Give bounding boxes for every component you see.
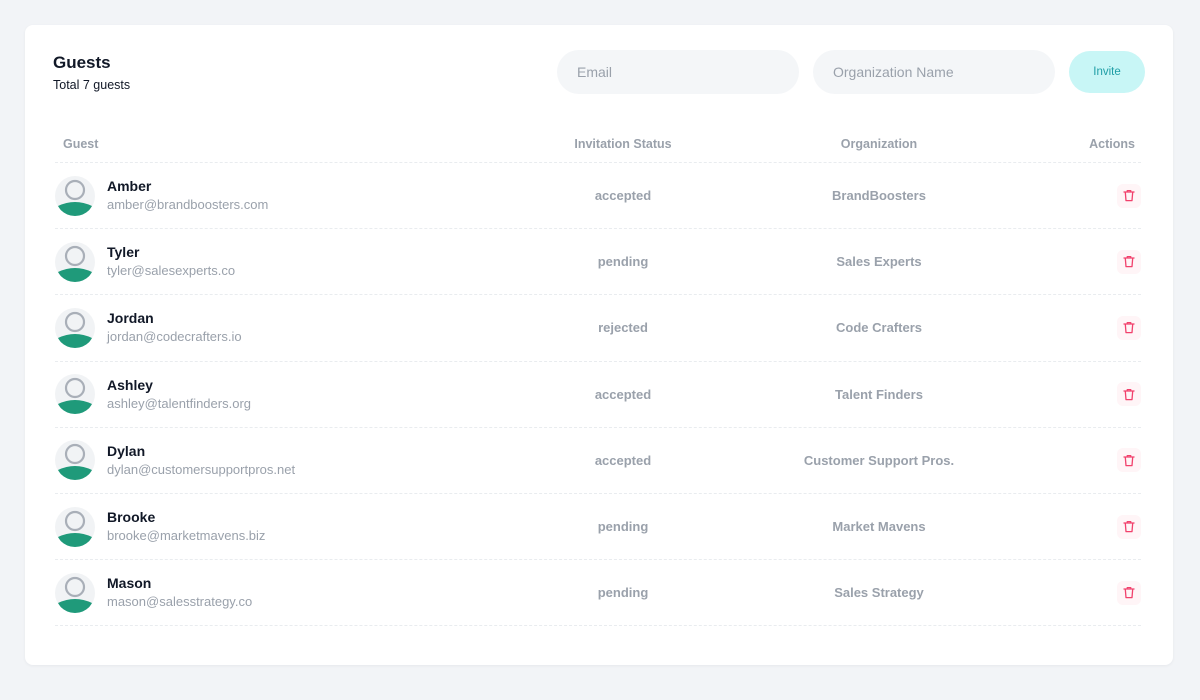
guest-text: Brooke brooke@marketmavens.biz: [107, 508, 265, 545]
actions-cell: [987, 183, 1141, 208]
guests-table: Guest Invitation Status Organization Act…: [55, 125, 1141, 627]
guest-cell: Mason mason@salesstrategy.co: [55, 572, 475, 613]
guest-text: Amber amber@brandboosters.com: [107, 177, 268, 214]
invitation-status: pending: [597, 585, 649, 601]
guest-name: Dylan: [107, 442, 146, 459]
guest-name: Jordan: [107, 310, 154, 327]
trash-icon: [1123, 521, 1135, 533]
guest-text: Mason mason@salesstrategy.co: [107, 574, 252, 611]
guest-email: ashley@talentfinders.org: [107, 395, 251, 411]
organization-name: Talent Finders: [835, 386, 923, 402]
trash-icon: [1123, 388, 1135, 400]
organization-name: Sales Experts: [836, 254, 922, 270]
guest-name: Brooke: [107, 509, 156, 526]
invitation-status: accepted: [594, 188, 652, 204]
user-avatar-icon: [55, 440, 95, 481]
guest-text: Jordan jordan@codecrafters.io: [107, 309, 242, 346]
delete-button[interactable]: [1117, 514, 1141, 539]
guest-text: Ashley ashley@talentfinders.org: [107, 376, 251, 413]
invitation-status: pending: [597, 519, 649, 535]
delete-button[interactable]: [1117, 382, 1141, 407]
guest-name: Mason: [107, 575, 152, 592]
organization-name: Market Mavens: [832, 519, 926, 535]
trash-icon: [1123, 190, 1135, 202]
actions-cell: [987, 315, 1141, 340]
actions-cell: [987, 448, 1141, 473]
table-row: Ashley ashley@talentfinders.org accepted…: [55, 362, 1141, 428]
organization-name: Customer Support Pros.: [803, 452, 955, 468]
invite-form: Invite: [557, 50, 1145, 94]
column-header-actions: Actions: [1089, 136, 1135, 151]
table-row: Amber amber@brandboosters.com accepted B…: [55, 163, 1141, 230]
delete-button[interactable]: [1117, 249, 1141, 274]
guest-name: Amber: [107, 178, 152, 195]
organization-name-input[interactable]: [813, 50, 1055, 94]
guest-email: amber@brandboosters.com: [107, 197, 269, 213]
organization-name: Sales Strategy: [834, 585, 924, 601]
title-block: Guests Total 7 guests: [53, 53, 130, 93]
guest-text: Dylan dylan@customersupportpros.net: [107, 442, 295, 479]
organization-name: BrandBoosters: [832, 188, 926, 204]
actions-cell: [987, 382, 1141, 407]
column-header-guest: Guest: [63, 136, 99, 151]
delete-button[interactable]: [1117, 448, 1141, 473]
delete-button[interactable]: [1117, 580, 1141, 605]
table-row: Jordan jordan@codecrafters.io rejected C…: [55, 295, 1141, 362]
guests-card: Guests Total 7 guests Invite Guest Invit…: [25, 25, 1173, 665]
guest-cell: Amber amber@brandboosters.com: [55, 175, 475, 216]
user-avatar-icon: [55, 506, 95, 547]
user-avatar-icon: [55, 374, 95, 415]
user-avatar-icon: [55, 175, 95, 216]
table-row: Mason mason@salesstrategy.co pending Sal…: [55, 560, 1141, 627]
invitation-status: pending: [597, 254, 649, 270]
page-title: Guests: [53, 53, 111, 72]
guest-email: brooke@marketmavens.biz: [107, 528, 266, 544]
table-row: Tyler tyler@salesexperts.co pending Sale…: [55, 229, 1141, 296]
table-header: Guest Invitation Status Organization Act…: [55, 125, 1141, 163]
organization-name: Code Crafters: [836, 320, 922, 336]
email-input[interactable]: [557, 50, 799, 94]
guest-cell: Tyler tyler@salesexperts.co: [55, 241, 475, 282]
trash-icon: [1123, 454, 1135, 467]
guest-count: Total 7 guests: [53, 78, 131, 92]
table-row: Dylan dylan@customersupportpros.net acce…: [55, 428, 1141, 494]
guest-name: Tyler: [107, 244, 140, 261]
invite-button[interactable]: Invite: [1069, 51, 1145, 93]
guest-text: Tyler tyler@salesexperts.co: [107, 243, 235, 280]
table-row: Brooke brooke@marketmavens.biz pending M…: [55, 494, 1141, 561]
invitation-status: accepted: [594, 386, 652, 402]
guest-cell: Jordan jordan@codecrafters.io: [55, 307, 475, 348]
guest-email: mason@salesstrategy.co: [107, 594, 253, 610]
column-header-organization: Organization: [840, 136, 918, 151]
trash-icon: [1123, 587, 1135, 599]
guest-email: tyler@salesexperts.co: [107, 263, 236, 279]
actions-cell: [987, 249, 1141, 274]
invitation-status: rejected: [598, 320, 648, 336]
guest-email: jordan@codecrafters.io: [107, 329, 242, 345]
column-header-status: Invitation Status: [574, 136, 672, 151]
user-avatar-icon: [55, 307, 95, 348]
delete-button[interactable]: [1117, 183, 1141, 208]
card-header: Guests Total 7 guests Invite: [53, 50, 1145, 95]
actions-cell: [987, 580, 1141, 605]
guest-name: Ashley: [107, 376, 153, 393]
guest-email: dylan@customersupportpros.net: [107, 461, 296, 477]
table-body: Amber amber@brandboosters.com accepted B…: [55, 163, 1141, 627]
trash-icon: [1123, 256, 1135, 268]
user-avatar-icon: [55, 241, 95, 282]
guest-cell: Dylan dylan@customersupportpros.net: [55, 440, 475, 481]
actions-cell: [987, 514, 1141, 539]
user-avatar-icon: [55, 572, 95, 613]
guest-cell: Ashley ashley@talentfinders.org: [55, 374, 475, 415]
delete-button[interactable]: [1117, 315, 1141, 340]
trash-icon: [1123, 322, 1135, 334]
guest-cell: Brooke brooke@marketmavens.biz: [55, 506, 475, 547]
invitation-status: accepted: [594, 452, 652, 468]
